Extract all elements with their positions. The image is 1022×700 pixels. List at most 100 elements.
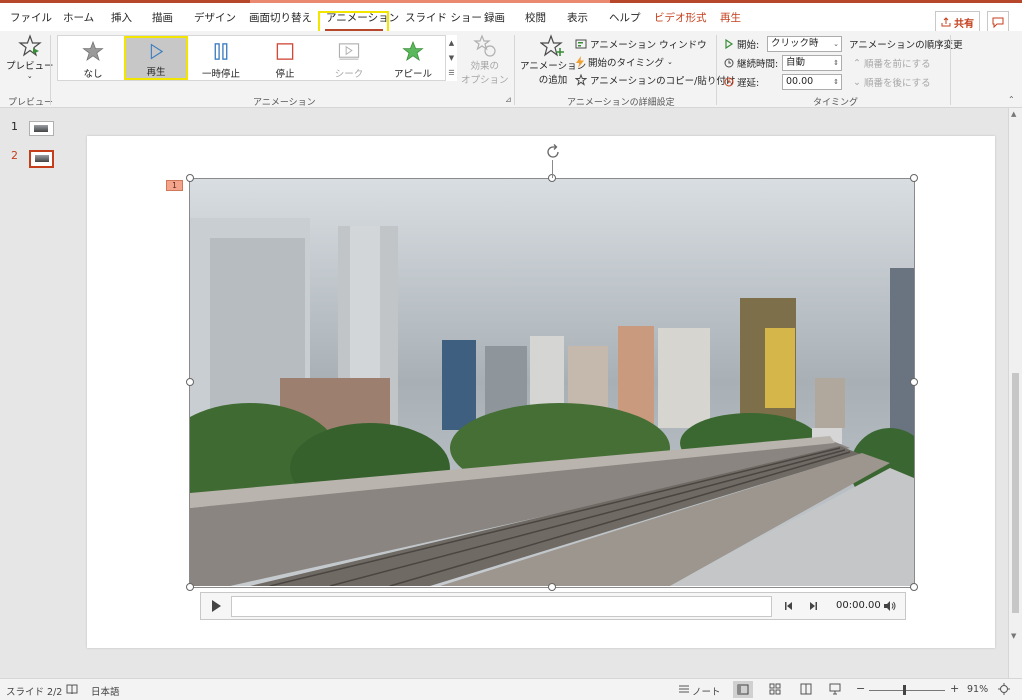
normal-view-button[interactable] [733, 681, 753, 698]
normal-view-icon [737, 684, 749, 695]
tab-record[interactable]: 録画 [484, 10, 505, 25]
gallery-item-appear[interactable]: アピール [382, 36, 444, 80]
delay-clock-icon [724, 77, 734, 87]
rotate-connector [552, 160, 553, 178]
gallery-item-seek[interactable]: シーク [318, 36, 380, 80]
thumbnail-image [34, 125, 48, 132]
start-label-row: 開始: [724, 37, 759, 51]
start-select[interactable]: クリック時 ⌄ [767, 36, 842, 52]
move-earlier-label: 順番を前にする [863, 59, 931, 70]
dialog-launcher-icon[interactable]: ⊿ [505, 95, 512, 104]
gallery-more-icon[interactable]: ☰ [448, 69, 454, 77]
star-preview-icon [17, 34, 42, 57]
gallery-label: 停止 [275, 69, 295, 80]
resize-handle[interactable] [910, 378, 918, 386]
effect-options-button[interactable]: 効果の オプション [461, 34, 509, 86]
language[interactable]: 日本語 [91, 684, 120, 698]
preview-label: プレビュー [6, 61, 54, 72]
resize-handle[interactable] [548, 583, 556, 591]
appear-star-icon [402, 41, 424, 62]
resize-handle[interactable] [186, 583, 194, 591]
lightning-icon [576, 56, 584, 68]
zoom-level[interactable]: 91% [967, 684, 988, 695]
thumbnail-image [35, 155, 49, 162]
tab-help[interactable]: ヘルプ [609, 10, 641, 25]
separator [950, 35, 951, 105]
preview-button[interactable]: プレビュー ⌄ [6, 34, 54, 80]
gallery-down-icon[interactable]: ▼ [449, 54, 454, 62]
tab-slideshow[interactable]: スライド ショー [405, 10, 482, 25]
tab-design[interactable]: デザイン [194, 10, 236, 25]
rotate-handle-icon[interactable] [544, 143, 562, 161]
spinner-arrows-icon[interactable]: ⇕ [833, 56, 839, 70]
scroll-thumb[interactable] [1012, 373, 1019, 613]
tab-playback[interactable]: 再生 [720, 10, 741, 25]
slide-sorter-icon[interactable] [769, 683, 781, 695]
resize-handle[interactable] [186, 174, 194, 182]
delay-spinner[interactable]: 00.00 ⇕ [782, 74, 842, 90]
gallery-item-none[interactable]: なし [62, 36, 124, 80]
skip-forward-icon[interactable] [807, 600, 819, 612]
trigger-button[interactable]: 開始のタイミング ⌄ [575, 55, 673, 69]
collapse-ribbon-icon[interactable]: ⌃ [1008, 95, 1015, 104]
animation-painter-button[interactable]: アニメーションのコピー/貼り付け [575, 73, 735, 87]
vertical-scrollbar[interactable]: ▲ ▼ [1008, 108, 1022, 678]
trigger-label: 開始のタイミング [588, 58, 665, 69]
spinner-arrows-icon[interactable]: ⇕ [833, 75, 839, 89]
gallery-item-pause[interactable]: 一時停止 [190, 36, 252, 80]
tab-insert[interactable]: 挿入 [111, 10, 132, 25]
separator [50, 35, 51, 105]
tab-draw[interactable]: 描画 [152, 10, 173, 25]
scroll-down-icon[interactable]: ▼ [1011, 632, 1016, 640]
animation-order-tag[interactable]: 1 [166, 180, 183, 191]
share-button[interactable]: 共有 [935, 11, 980, 33]
gallery-item-stop[interactable]: 停止 [254, 36, 316, 80]
accessibility-icon[interactable] [66, 683, 78, 695]
animation-pane-button[interactable]: アニメーション ウィンドウ [575, 37, 707, 51]
tab-file[interactable]: ファイル [10, 10, 52, 25]
slide-number: 2 [11, 149, 18, 162]
zoom-out-button[interactable]: − [856, 682, 865, 695]
skip-back-icon[interactable] [783, 600, 795, 612]
slide-thumbnail-2[interactable] [29, 150, 54, 168]
fit-to-window-icon[interactable] [998, 683, 1010, 695]
duration-label-row: 継続時間: [724, 56, 778, 70]
zoom-slider-knob[interactable] [903, 685, 906, 695]
resize-handle[interactable] [186, 378, 194, 386]
duration-spinner[interactable]: 自動 ⇕ [782, 55, 842, 71]
comment-icon [992, 17, 1004, 28]
resize-handle[interactable] [910, 174, 918, 182]
delay-label-row: 遅延: [724, 75, 759, 89]
scroll-up-icon[interactable]: ▲ [1011, 110, 1016, 118]
move-later-button[interactable]: ⌄ 順番を後にする [853, 75, 931, 90]
share-icon [941, 17, 951, 27]
tab-video-format[interactable]: ビデオ形式 [654, 10, 707, 25]
gallery-up-icon[interactable]: ▲ [449, 39, 454, 47]
reading-view-icon[interactable] [800, 683, 812, 695]
play-icon[interactable] [209, 599, 223, 613]
media-progress-track[interactable] [231, 596, 772, 617]
zoom-in-button[interactable]: + [950, 682, 959, 695]
slideshow-view-icon[interactable] [829, 683, 841, 695]
slide-thumbnail-1[interactable] [29, 121, 54, 136]
tab-home[interactable]: ホーム [63, 10, 94, 25]
volume-icon[interactable] [883, 600, 897, 612]
tab-review[interactable]: 校閲 [525, 10, 546, 25]
comments-button[interactable] [987, 11, 1009, 33]
zoom-slider[interactable] [869, 690, 945, 691]
start-value: クリック時 [771, 38, 819, 49]
notes-button[interactable]: ノート [692, 684, 721, 698]
gallery-label: 一時停止 [201, 69, 240, 80]
selection-frame [189, 178, 915, 588]
gallery-scroll[interactable]: ▲ ▼ ☰ [445, 35, 457, 81]
gallery-item-play[interactable]: 再生 [124, 36, 188, 80]
duration-label: 継続時間: [737, 59, 779, 70]
tab-transitions[interactable]: 画面切り替え [249, 10, 312, 25]
animation-pane-icon [575, 39, 587, 49]
move-earlier-button[interactable]: ⌃ 順番を前にする [853, 56, 931, 71]
preview-group-label: プレビュー [8, 98, 54, 108]
animation-pane-label: アニメーション ウィンドウ [590, 40, 707, 51]
resize-handle[interactable] [910, 583, 918, 591]
tab-view[interactable]: 表示 [567, 10, 588, 25]
chevron-up-icon: ⌃ [853, 57, 861, 69]
